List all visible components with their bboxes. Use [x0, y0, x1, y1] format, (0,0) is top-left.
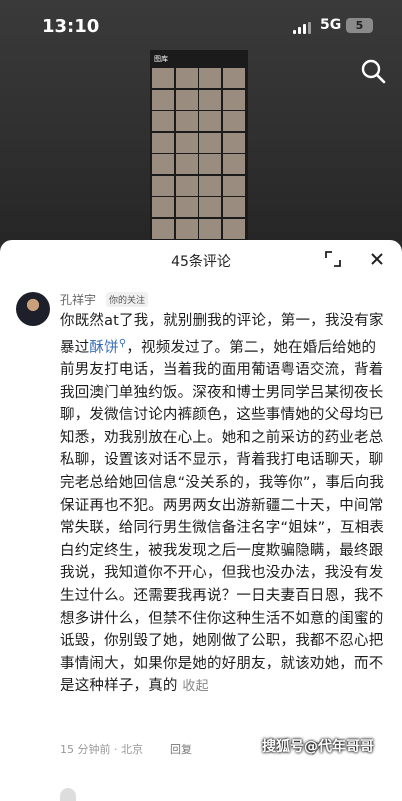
gallery-header: 图库 — [154, 55, 168, 63]
comment-time-location: 15 分钟前 · 北京 — [60, 743, 143, 756]
comments-sheet: 45条评论 孔祥宇 你的关注 你既然at了我，就别删我的评论，第一，我没有家暴过… — [0, 240, 402, 801]
avatar[interactable] — [16, 292, 50, 326]
comment-text: 你既然at了我，就别删我的评论，第一，我没有家暴过酥饼⚲，视频发过了。第二，她在… — [60, 310, 390, 699]
reply-button[interactable]: 回复 — [170, 741, 192, 757]
status-bar: 13:10 5G 5 — [0, 0, 402, 52]
comment-username[interactable]: 孔祥宇 — [60, 291, 96, 308]
signal-icon — [293, 22, 313, 34]
mention-link[interactable]: 酥饼 — [89, 339, 118, 355]
relation-badge: 你的关注 — [106, 292, 149, 307]
search-icon[interactable] — [360, 58, 386, 84]
photo-grid — [152, 68, 246, 239]
video-screenshot-image: 图库 — [150, 50, 248, 240]
next-comment-avatar — [60, 788, 76, 801]
collapse-button[interactable]: 收起 — [182, 679, 208, 694]
battery-icon: 5 — [346, 18, 373, 33]
close-icon[interactable] — [366, 248, 388, 270]
status-time: 13:10 — [42, 16, 100, 37]
watermark: 搜狐号@代年哥哥 — [262, 739, 374, 755]
network-type: 5G — [320, 17, 342, 33]
expand-icon[interactable] — [322, 248, 344, 270]
comment-text-part: ，视频发过了。第二，她在婚后给她的前男友打电话，当着我的面用葡语粤语交流，背着我… — [60, 339, 385, 695]
